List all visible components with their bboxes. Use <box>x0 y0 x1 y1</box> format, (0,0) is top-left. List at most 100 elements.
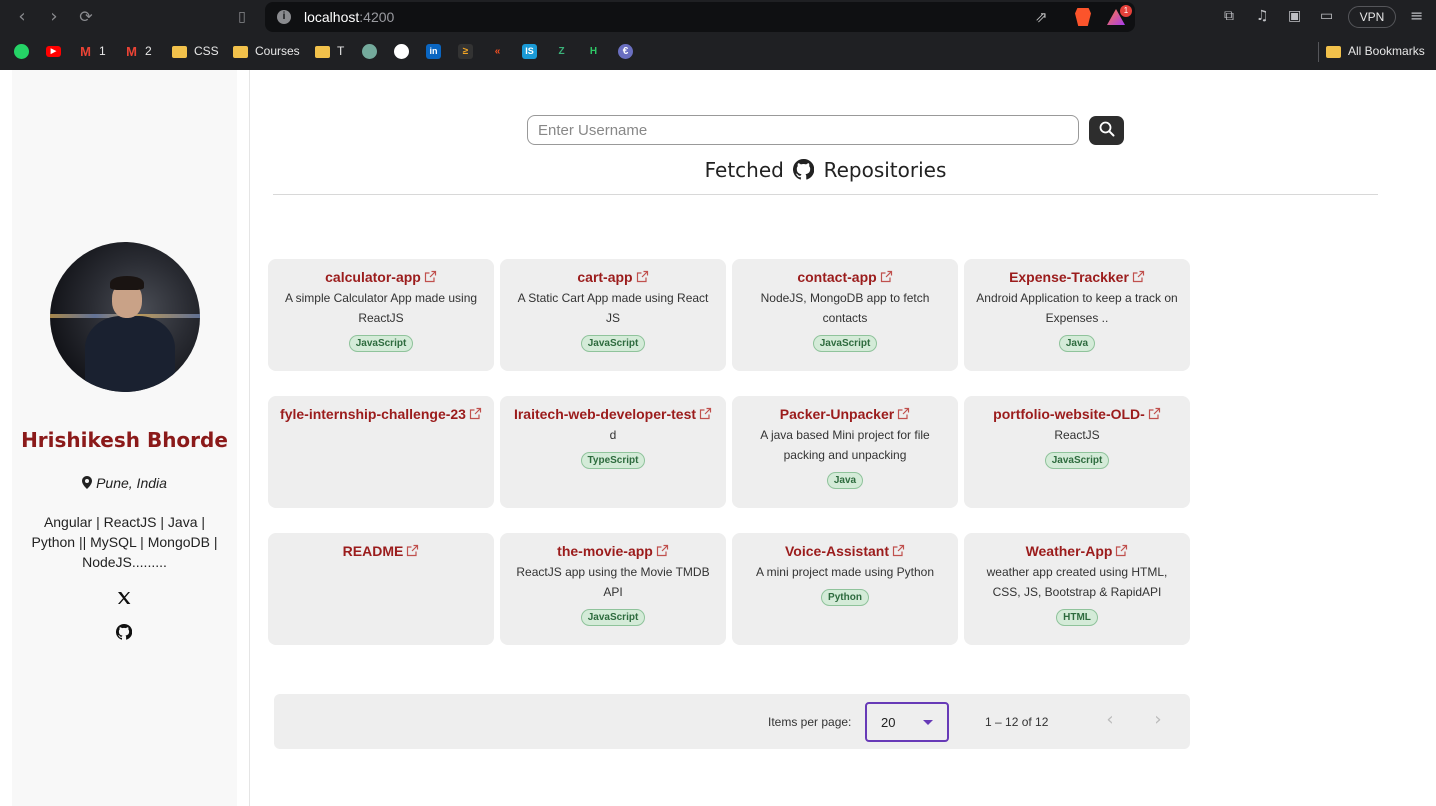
language-badge: TypeScript <box>580 452 646 469</box>
external-link-icon <box>636 270 648 283</box>
repo-link[interactable]: calculator-app <box>268 269 494 285</box>
bookmark-page-icon[interactable]: ▯ <box>230 6 254 30</box>
share-icon[interactable]: ⇗ <box>1035 8 1048 26</box>
bookmark-label: Courses <box>255 44 300 58</box>
bookmark-folder-css[interactable]: CSS <box>172 43 219 61</box>
language-badge: HTML <box>1056 609 1098 626</box>
bookmark-gmail-2[interactable]: M2 <box>124 43 152 61</box>
bookmark-site-f[interactable]: € <box>618 43 639 61</box>
bookmark-site-c[interactable]: IS <box>522 43 543 61</box>
reload-icon[interactable]: ⟳ <box>74 6 98 30</box>
repo-description: ReactJS <box>1054 428 1100 442</box>
repo-card: README <box>268 533 494 645</box>
repo-link[interactable]: Expense-Trackker <box>964 269 1190 285</box>
external-link-icon <box>656 544 668 557</box>
repo-name: Expense-Trackker <box>1009 269 1129 285</box>
repo-description: d <box>609 428 617 442</box>
repo-name: fyle-internship-challenge-23 <box>280 406 466 422</box>
repo-link[interactable]: portfolio-website-OLD- <box>964 406 1190 422</box>
repo-description: weather app created using HTML, CSS, JS,… <box>986 565 1168 599</box>
repo-link[interactable]: contact-app <box>732 269 958 285</box>
repo-card: cart-app A Static Cart App made using Rea… <box>500 259 726 371</box>
external-link-icon <box>898 407 910 420</box>
repo-description: A Static Cart App made using React JS <box>517 291 709 325</box>
language-badge: Python <box>821 589 869 606</box>
repo-name: README <box>342 543 404 559</box>
bookmark-site-b[interactable]: « <box>490 43 511 61</box>
bookmark-linkedin[interactable]: in <box>426 43 447 61</box>
repo-link[interactable]: cart-app <box>500 269 726 285</box>
menu-icon[interactable]: ≡ <box>1410 6 1423 25</box>
repo-card: Packer-Unpacker A java based Mini project… <box>732 396 958 508</box>
bookmark-site-a[interactable]: ≥ <box>458 43 479 61</box>
x-twitter-icon[interactable] <box>116 590 132 606</box>
items-per-page-select[interactable]: 20 <box>865 702 949 742</box>
chevron-down-icon <box>923 720 933 725</box>
all-bookmarks-label: All Bookmarks <box>1348 44 1425 58</box>
bookmark-folder-t[interactable]: T <box>315 43 344 61</box>
repo-name: cart-app <box>577 269 633 285</box>
bookmark-label: CSS <box>194 44 219 58</box>
repo-link[interactable]: Packer-Unpacker <box>732 406 958 422</box>
repo-link[interactable]: Iraitech-web-developer-test <box>500 406 726 422</box>
repo-card: Weather-App weather app created using HTM… <box>964 533 1190 645</box>
language-badge: JavaScript <box>812 335 878 352</box>
external-link-icon <box>1116 544 1128 557</box>
all-bookmarks[interactable]: All Bookmarks <box>1326 43 1425 61</box>
repo-name: Packer-Unpacker <box>779 406 895 422</box>
github-icon <box>394 44 409 60</box>
repo-link[interactable]: fyle-internship-challenge-23 <box>268 406 494 422</box>
site-icon: « <box>494 46 501 58</box>
bookmark-github[interactable] <box>394 43 415 61</box>
language-badge: Java <box>1058 335 1096 352</box>
repo-card: Iraitech-web-developer-test d TypeScript <box>500 396 726 508</box>
url-host: localhost <box>304 9 360 25</box>
external-link-icon <box>892 544 905 557</box>
wallet-icon[interactable]: ▭ <box>1320 8 1333 24</box>
bookmark-label: T <box>337 44 345 58</box>
bookmark-youtube[interactable]: ▶ <box>46 43 67 61</box>
repo-link[interactable]: Voice-Assistant <box>732 543 958 559</box>
github-icon <box>793 159 815 180</box>
external-link-icon <box>699 407 712 420</box>
bookmark-folder-courses[interactable]: Courses <box>233 43 300 61</box>
bookmark-whatsapp[interactable] <box>14 43 35 61</box>
brave-shields-icon[interactable] <box>1075 8 1091 26</box>
language-badge: JavaScript <box>1044 452 1110 469</box>
vpn-button[interactable]: VPN <box>1348 6 1396 28</box>
site-info-icon[interactable]: i <box>277 10 291 24</box>
search-button[interactable] <box>1089 116 1124 145</box>
repo-card: contact-app NodeJS, MongoDB app to fetch … <box>732 259 958 371</box>
repo-name: Weather-App <box>1025 543 1113 559</box>
back-icon[interactable]: ‹ <box>10 6 34 30</box>
site-icon: H <box>589 46 598 58</box>
url-port: :4200 <box>359 9 395 25</box>
repo-link[interactable]: Weather-App <box>964 543 1190 559</box>
browser-toolbar: ‹ › ⟳ ▯ i localhost:4200 ⇗ 1 ⧉ ♫ ▣ ▭ VPN… <box>0 0 1436 35</box>
forward-icon[interactable]: › <box>42 6 66 30</box>
repo-link[interactable]: README <box>268 543 494 559</box>
language-badge: Java <box>826 472 864 489</box>
external-link-icon <box>1132 270 1145 283</box>
media-icon[interactable]: ♫ <box>1256 8 1269 24</box>
whatsapp-icon <box>14 44 29 60</box>
repo-link[interactable]: the-movie-app <box>500 543 726 559</box>
previous-page-button[interactable]: ‹ <box>1100 709 1120 733</box>
extensions-icon[interactable]: ⧉ <box>1224 8 1234 24</box>
bookmark-site-e[interactable]: H <box>586 43 607 61</box>
profile-bio: Angular | ReactJS | Java | Python || MyS… <box>31 514 218 570</box>
url-text: localhost:4200 <box>304 9 394 25</box>
avatar <box>50 242 200 392</box>
bookmark-site-d[interactable]: Z <box>554 43 575 61</box>
page-range-label: 1 – 12 of 12 <box>985 715 1049 729</box>
address-bar[interactable]: i localhost:4200 ⇗ 1 <box>265 2 1135 32</box>
bookmark-chatgpt[interactable] <box>362 43 383 61</box>
folder-icon <box>172 45 187 58</box>
github-icon[interactable] <box>116 624 132 640</box>
sidebar-icon[interactable]: ▣ <box>1288 8 1301 24</box>
linkedin-icon: in <box>426 44 441 60</box>
site-icon: € <box>618 44 633 60</box>
bookmark-gmail-1[interactable]: M1 <box>78 43 106 61</box>
next-page-button[interactable]: › <box>1148 709 1168 733</box>
username-search-input[interactable] <box>527 115 1079 145</box>
